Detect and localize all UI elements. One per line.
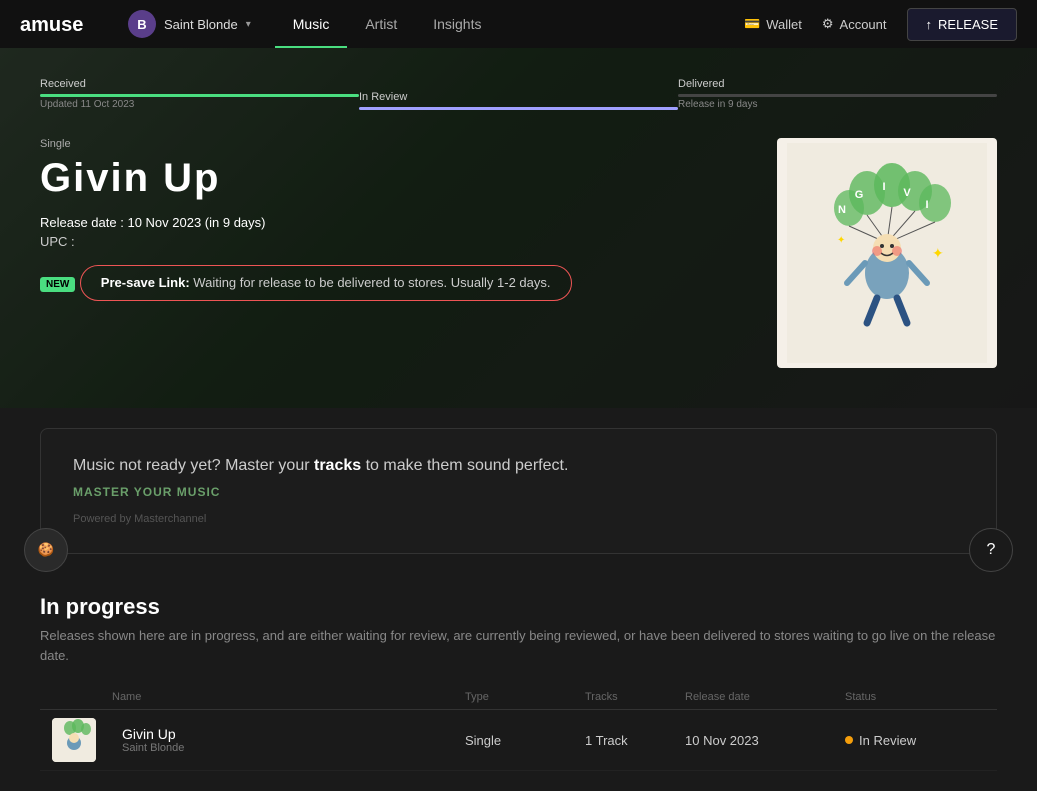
in-progress-title: In progress [40,594,997,620]
svg-text:N: N [838,204,846,216]
release-date-label: Release date : [40,215,124,230]
col-thumb [52,691,112,703]
pre-save-label: Pre-save Link: [101,275,190,290]
release-artwork: G I V I N [777,138,997,368]
progress-step-delivered: Delivered Release in 9 days [678,78,997,110]
release-button[interactable]: ↑ RELEASE [907,8,1017,41]
master-title-suffix: to make them sound perfect. [366,457,569,474]
progress-step-received: Received Updated 11 Oct 2023 [40,78,359,110]
main-nav: Music Artist Insights [275,0,744,48]
release-title: Givin Up [40,156,747,201]
master-title-prefix: Music not ready yet? Master your [73,457,310,474]
chevron-down-icon: ▾ [246,19,251,30]
row-thumbnail [52,718,96,762]
track-artist: Saint Blonde [122,742,184,754]
user-menu[interactable]: B Saint Blonde ▾ [120,6,259,42]
user-name: Saint Blonde [164,17,238,32]
hero-section: Received Updated 11 Oct 2023 In Review D… [0,48,1037,408]
col-tracks: Tracks [585,691,685,703]
row-type: Single [465,733,585,748]
release-button-label: RELEASE [938,17,998,32]
release-date-row: Release date : 10 Nov 2023 (in 9 days) [40,215,747,230]
chat-icon: ? [987,541,996,559]
pre-save-container: Pre-save Link: Waiting for release to be… [80,265,572,301]
master-link[interactable]: MASTER YOUR MUSIC [73,485,964,499]
svg-text:✦: ✦ [837,235,845,246]
svg-text:✦: ✦ [932,245,944,261]
progress-bar: Received Updated 11 Oct 2023 In Review D… [40,78,997,110]
upc-row: UPC : [40,234,747,249]
step-received-line [40,94,359,97]
wallet-nav[interactable]: 💳 Wallet [744,16,802,32]
svg-text:G: G [855,189,864,201]
release-icon: ↑ [926,17,933,32]
wallet-icon: 💳 [744,16,760,32]
in-progress-section: In progress Releases shown here are in p… [0,574,1037,791]
table-row[interactable]: Givin Up Saint Blonde Single 1 Track 10 … [40,710,997,771]
svg-text:amuse: amuse [20,14,83,35]
cookie-icon: 🍪 [38,542,55,558]
step-delivered-line [678,94,997,97]
step-delivered-label: Delivered [678,78,997,90]
col-status: Status [845,691,985,703]
logo[interactable]: amuse [20,13,100,35]
account-nav[interactable]: ⚙ Account [822,16,887,32]
nav-item-insights[interactable]: Insights [415,0,499,48]
nav-item-music[interactable]: Music [275,0,348,48]
pre-save-desc: Waiting for release to be delivered to s… [193,275,550,290]
powered-by: Powered by Masterchannel [73,513,964,525]
app-header: amuse B Saint Blonde ▾ Music Artist Insi… [0,0,1037,48]
col-release-date: Release date [685,691,845,703]
hero-content: Single Givin Up Release date : 10 Nov 20… [40,138,997,368]
cookie-button[interactable]: 🍪 [24,528,68,572]
master-title: Music not ready yet? Master your tracks … [73,457,964,475]
hero-left: Single Givin Up Release date : 10 Nov 20… [40,138,747,301]
svg-text:I: I [925,199,928,211]
row-status: In Review [845,733,985,748]
new-badge: NEW [40,277,75,292]
gear-icon: ⚙ [822,16,834,32]
step-delivered-sub: Release in 9 days [678,99,997,110]
svg-text:I: I [882,181,885,193]
row-name-cell: Givin Up Saint Blonde [112,726,465,754]
progress-step-review: In Review [359,91,678,110]
fab-button[interactable]: ? [969,528,1013,572]
row-release-date: 10 Nov 2023 [685,733,845,748]
track-name: Givin Up [122,726,176,742]
table-header: Name Type Tracks Release date Status [40,685,997,710]
step-received-sub: Updated 11 Oct 2023 [40,99,359,110]
master-title-highlight: tracks [314,457,361,474]
upc-label: UPC : [40,234,75,249]
pre-save-text: Pre-save Link: Waiting for release to be… [101,275,551,290]
nav-item-artist[interactable]: Artist [347,0,415,48]
svg-text:V: V [903,187,911,199]
account-label: Account [840,17,887,32]
avatar: B [128,10,156,38]
release-date-value: 10 Nov 2023 (in 9 days) [127,215,265,230]
release-type: Single [40,138,747,150]
status-text: In Review [859,733,916,748]
step-review-label: In Review [359,91,678,103]
in-progress-description: Releases shown here are in progress, and… [40,626,997,665]
master-section: Music not ready yet? Master your tracks … [40,428,997,554]
row-tracks: 1 Track [585,733,685,748]
status-dot [845,736,853,744]
artwork-placeholder: G I V I N [777,138,997,368]
step-review-line [359,107,678,110]
wallet-label: Wallet [766,17,802,32]
col-name: Name [112,691,465,703]
col-type: Type [465,691,585,703]
step-received-label: Received [40,78,359,90]
nav-right: 💳 Wallet ⚙ Account ↑ RELEASE [744,8,1017,41]
